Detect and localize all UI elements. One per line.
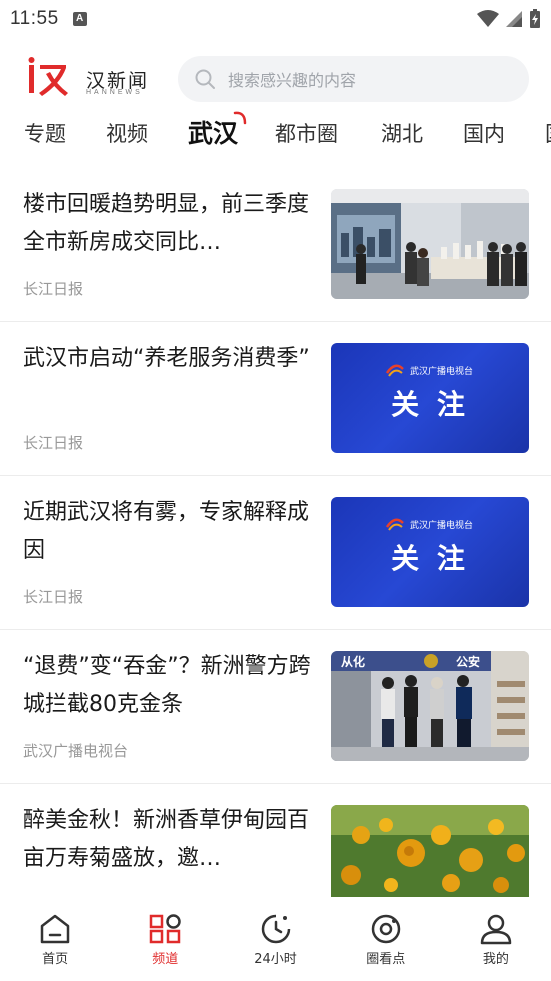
news-source: 武汉广播电视台 [23, 742, 129, 760]
active-tab-indicator-icon [233, 111, 247, 125]
follow-banner-text: 关 注 [391, 388, 469, 421]
app-header: 汉新闻 HANNEWS 搜索感兴趣的内容 [0, 52, 551, 108]
news-thumbnail: 武汉广播电视台 关 注 [331, 497, 529, 607]
tv-station-brand: 武汉广播电视台 [386, 363, 473, 377]
news-item[interactable]: 武汉市启动“养老服务消费季” 长江日报 武汉广播电视台 关 注 [0, 322, 551, 476]
news-title: “退费”变“吞金”？新洲警方跨城拦截80克金条 [23, 654, 311, 717]
status-bar: 11:55 A [0, 0, 551, 38]
nav-label: 圈看点 [366, 952, 406, 967]
nav-mine[interactable]: 我的 [441, 898, 551, 981]
status-time: 11:55 [10, 8, 59, 29]
news-thumbnail [331, 805, 529, 897]
follow-banner-text: 关 注 [391, 542, 469, 575]
app-logo[interactable]: 汉新闻 HANNEWS [26, 56, 156, 102]
nav-home[interactable]: 首页 [0, 898, 110, 981]
tv-station-name: 武汉广播电视台 [410, 366, 474, 377]
news-thumbnail: 从化 公安 [331, 651, 529, 761]
tab-topics[interactable]: 专题 [24, 118, 66, 148]
bottom-navigation: 首页 频道 24小时 圈看点 我的 [0, 898, 551, 981]
news-source: 长江日报 [23, 280, 84, 298]
tab-international[interactable]: 国 [545, 118, 551, 148]
channels-grid-icon [150, 914, 182, 944]
news-title: 近期武汉将有雾，专家解释成因 [23, 500, 310, 563]
news-title: 楼市回暖趋势明显，前三季度全市新房成交同比… [23, 192, 310, 255]
hannews-logo-icon [28, 57, 68, 96]
notification-icon: A [72, 12, 87, 26]
news-source: 长江日报 [23, 434, 84, 452]
nav-highlights[interactable]: 圈看点 [331, 898, 441, 981]
tv-station-brand: 武汉广播电视台 [386, 517, 473, 531]
marigold-image [331, 805, 529, 897]
logo-subtitle: HANNEWS [86, 89, 143, 96]
tab-wuhan[interactable]: 武汉 [188, 114, 238, 150]
wifi-icon [477, 10, 499, 27]
search-placeholder: 搜索感兴趣的内容 [228, 71, 357, 90]
search-bar[interactable]: 搜索感兴趣的内容 [178, 56, 529, 102]
wuhan-tv-logo-icon [386, 518, 404, 531]
nav-label: 24小时 [254, 952, 297, 967]
tv-station-name: 武汉广播电视台 [410, 520, 474, 531]
tab-metro-circle[interactable]: 都市圈 [275, 118, 338, 148]
police-sign-left: 从化 [341, 655, 366, 669]
status-indicators [477, 9, 541, 29]
search-icon [195, 69, 215, 89]
nav-24h[interactable]: 24小时 [220, 898, 330, 981]
news-source: 长江日报 [23, 588, 84, 606]
nav-label: 频道 [152, 952, 179, 967]
nav-channels[interactable]: 频道 [110, 898, 220, 981]
home-icon [40, 914, 70, 944]
tab-video[interactable]: 视频 [106, 118, 148, 148]
news-thumbnail: 武汉广播电视台 关 注 [331, 343, 529, 453]
clock-icon [261, 914, 290, 944]
news-item[interactable]: “退费”变“吞金”？新洲警方跨城拦截80克金条 武汉广播电视台 从化 公安 [0, 630, 551, 784]
signal-icon [506, 11, 522, 27]
wuhan-tv-logo-icon [386, 364, 404, 377]
property-showroom-image [331, 189, 529, 299]
user-icon [480, 914, 512, 945]
circle-target-icon [371, 914, 400, 944]
news-item[interactable]: 近期武汉将有雾，专家解释成因 长江日报 武汉广播电视台 关 注 [0, 476, 551, 630]
police-sign-right: 公安 [456, 655, 481, 669]
battery-charging-icon [530, 9, 540, 28]
nav-label: 首页 [42, 952, 69, 967]
nav-label: 我的 [482, 952, 509, 967]
news-title: 醉美金秋！新洲香草伊甸园百亩万寿菊盛放，邀… [23, 808, 310, 871]
tab-hubei[interactable]: 湖北 [381, 118, 423, 148]
tab-domestic[interactable]: 国内 [463, 118, 505, 148]
news-thumbnail [331, 189, 529, 299]
news-title: 武汉市启动“养老服务消费季” [23, 346, 310, 371]
news-item[interactable]: 楼市回暖趋势明显，前三季度全市新房成交同比… 长江日报 [0, 168, 551, 322]
channel-tabs: 专题 视频 武汉 都市圈 湖北 国内 国 [0, 108, 551, 156]
